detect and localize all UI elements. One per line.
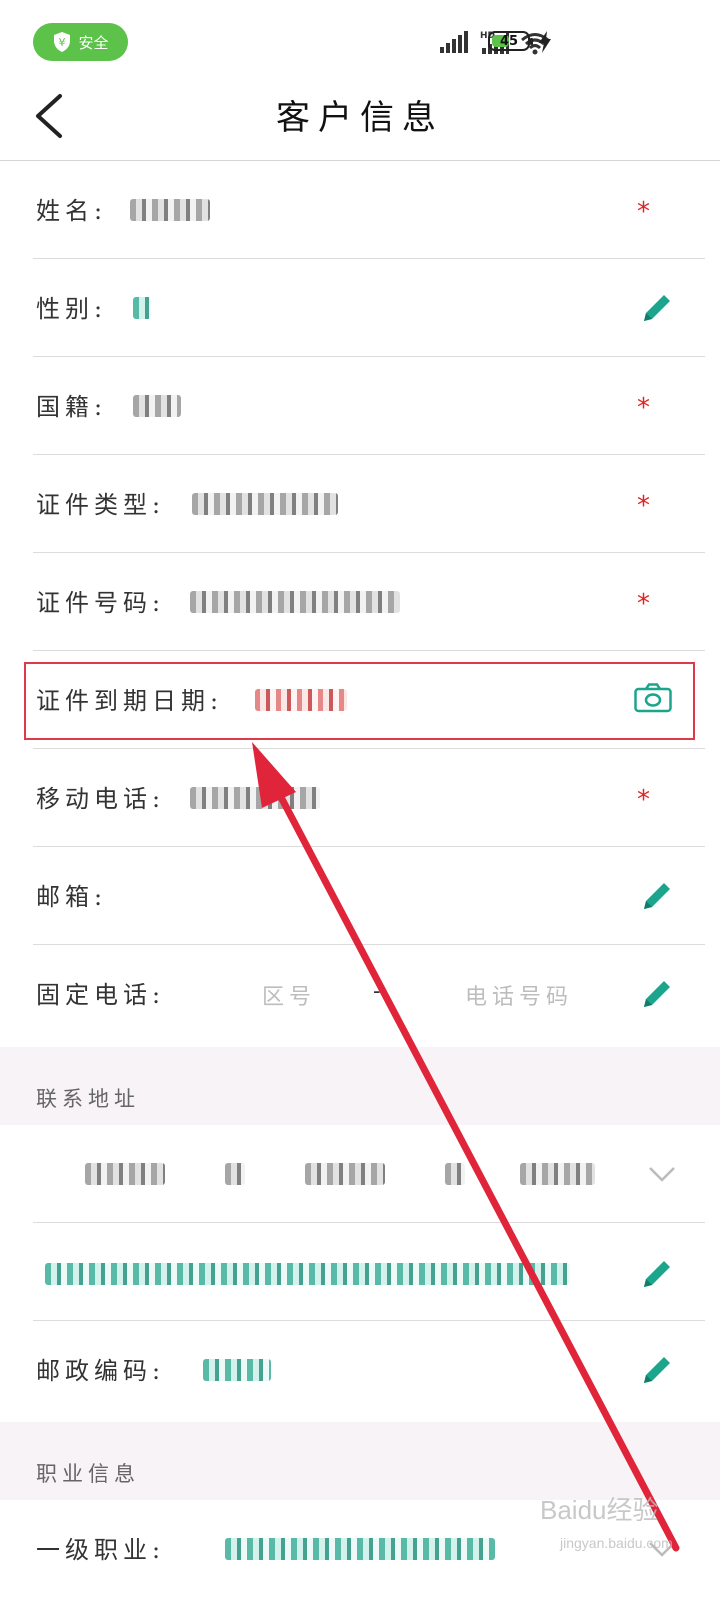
name-row[interactable]: 姓名: * xyxy=(0,161,720,259)
pencil-icon[interactable] xyxy=(640,879,674,913)
mobile-label: 移动电话: xyxy=(36,785,166,813)
landline-row[interactable]: 固定电话: 区号 - 电话号码 xyxy=(0,945,720,1047)
id-number-label: 证件号码: xyxy=(36,589,166,617)
postal-code-row[interactable]: 邮政编码: xyxy=(0,1321,720,1422)
contact-address-header: 联系地址 xyxy=(0,1047,720,1125)
id-type-value xyxy=(192,493,338,515)
pencil-icon[interactable] xyxy=(640,977,674,1011)
district-value xyxy=(520,1163,595,1185)
id-number-row[interactable]: 证件号码: * xyxy=(0,553,720,651)
mobile-value xyxy=(190,787,320,809)
gender-value xyxy=(133,297,151,319)
street-address-row[interactable] xyxy=(0,1223,720,1321)
gender-row[interactable]: 性别: xyxy=(0,259,720,357)
nav-bar: 客户信息 xyxy=(0,84,720,161)
required-marker: * xyxy=(637,197,650,227)
required-marker: * xyxy=(637,589,650,619)
occupation-level1-label: 一级职业: xyxy=(36,1536,166,1564)
highlight-box xyxy=(24,662,695,740)
security-badge[interactable]: ¥ 安全 xyxy=(33,23,128,61)
id-type-label: 证件类型: xyxy=(36,491,166,519)
postal-code-label: 邮政编码: xyxy=(36,1357,166,1385)
section-title: 联系地址 xyxy=(36,1087,140,1111)
nationality-value xyxy=(133,395,181,417)
phone-separator: - xyxy=(373,979,386,1004)
name-label: 姓名: xyxy=(36,197,108,225)
region-separator xyxy=(225,1163,245,1185)
battery-level: 45 xyxy=(499,33,519,49)
email-row[interactable]: 邮箱: xyxy=(0,847,720,945)
nationality-row[interactable]: 国籍: * xyxy=(0,357,720,455)
mobile-row[interactable]: 移动电话: * xyxy=(0,749,720,847)
area-code-input[interactable]: 区号 xyxy=(262,979,316,1011)
pencil-icon[interactable] xyxy=(640,1257,674,1291)
watermark-url: jingyan.baidu.com xyxy=(560,1535,673,1551)
province-value xyxy=(85,1163,165,1185)
required-marker: * xyxy=(637,393,650,423)
section-title: 职业信息 xyxy=(36,1462,140,1486)
page-title: 客户信息 xyxy=(276,98,444,138)
name-value xyxy=(130,199,210,221)
street-address-value xyxy=(45,1263,570,1285)
nationality-label: 国籍: xyxy=(36,393,108,421)
pencil-icon[interactable] xyxy=(640,1353,674,1387)
gender-label: 性别: xyxy=(36,295,108,323)
id-type-row[interactable]: 证件类型: * xyxy=(0,455,720,553)
watermark-logo: Baidu经验 xyxy=(540,1495,659,1525)
email-label: 邮箱: xyxy=(36,883,108,911)
city-value xyxy=(305,1163,385,1185)
occupation-level1-value xyxy=(225,1538,495,1560)
chevron-down-icon[interactable] xyxy=(648,1165,676,1183)
postal-code-value xyxy=(203,1359,271,1381)
status-bar: ¥ 安全 HD 45 xyxy=(0,0,720,84)
region-separator xyxy=(445,1163,465,1185)
shield-icon: ¥ xyxy=(54,32,71,52)
phone-number-input[interactable]: 电话号码 xyxy=(465,979,573,1011)
region-select-row[interactable] xyxy=(0,1125,720,1223)
charging-icon xyxy=(539,31,551,53)
battery-indicator: 45 xyxy=(488,31,533,51)
required-marker: * xyxy=(637,491,650,521)
landline-label: 固定电话: xyxy=(36,981,166,1009)
security-label: 安全 xyxy=(78,33,109,52)
pencil-icon[interactable] xyxy=(640,291,674,325)
svg-text:¥: ¥ xyxy=(59,36,66,49)
occupation-header: 职业信息 xyxy=(0,1422,720,1500)
required-marker: * xyxy=(637,785,650,815)
id-number-value xyxy=(190,591,400,613)
signal-icon xyxy=(440,31,468,53)
